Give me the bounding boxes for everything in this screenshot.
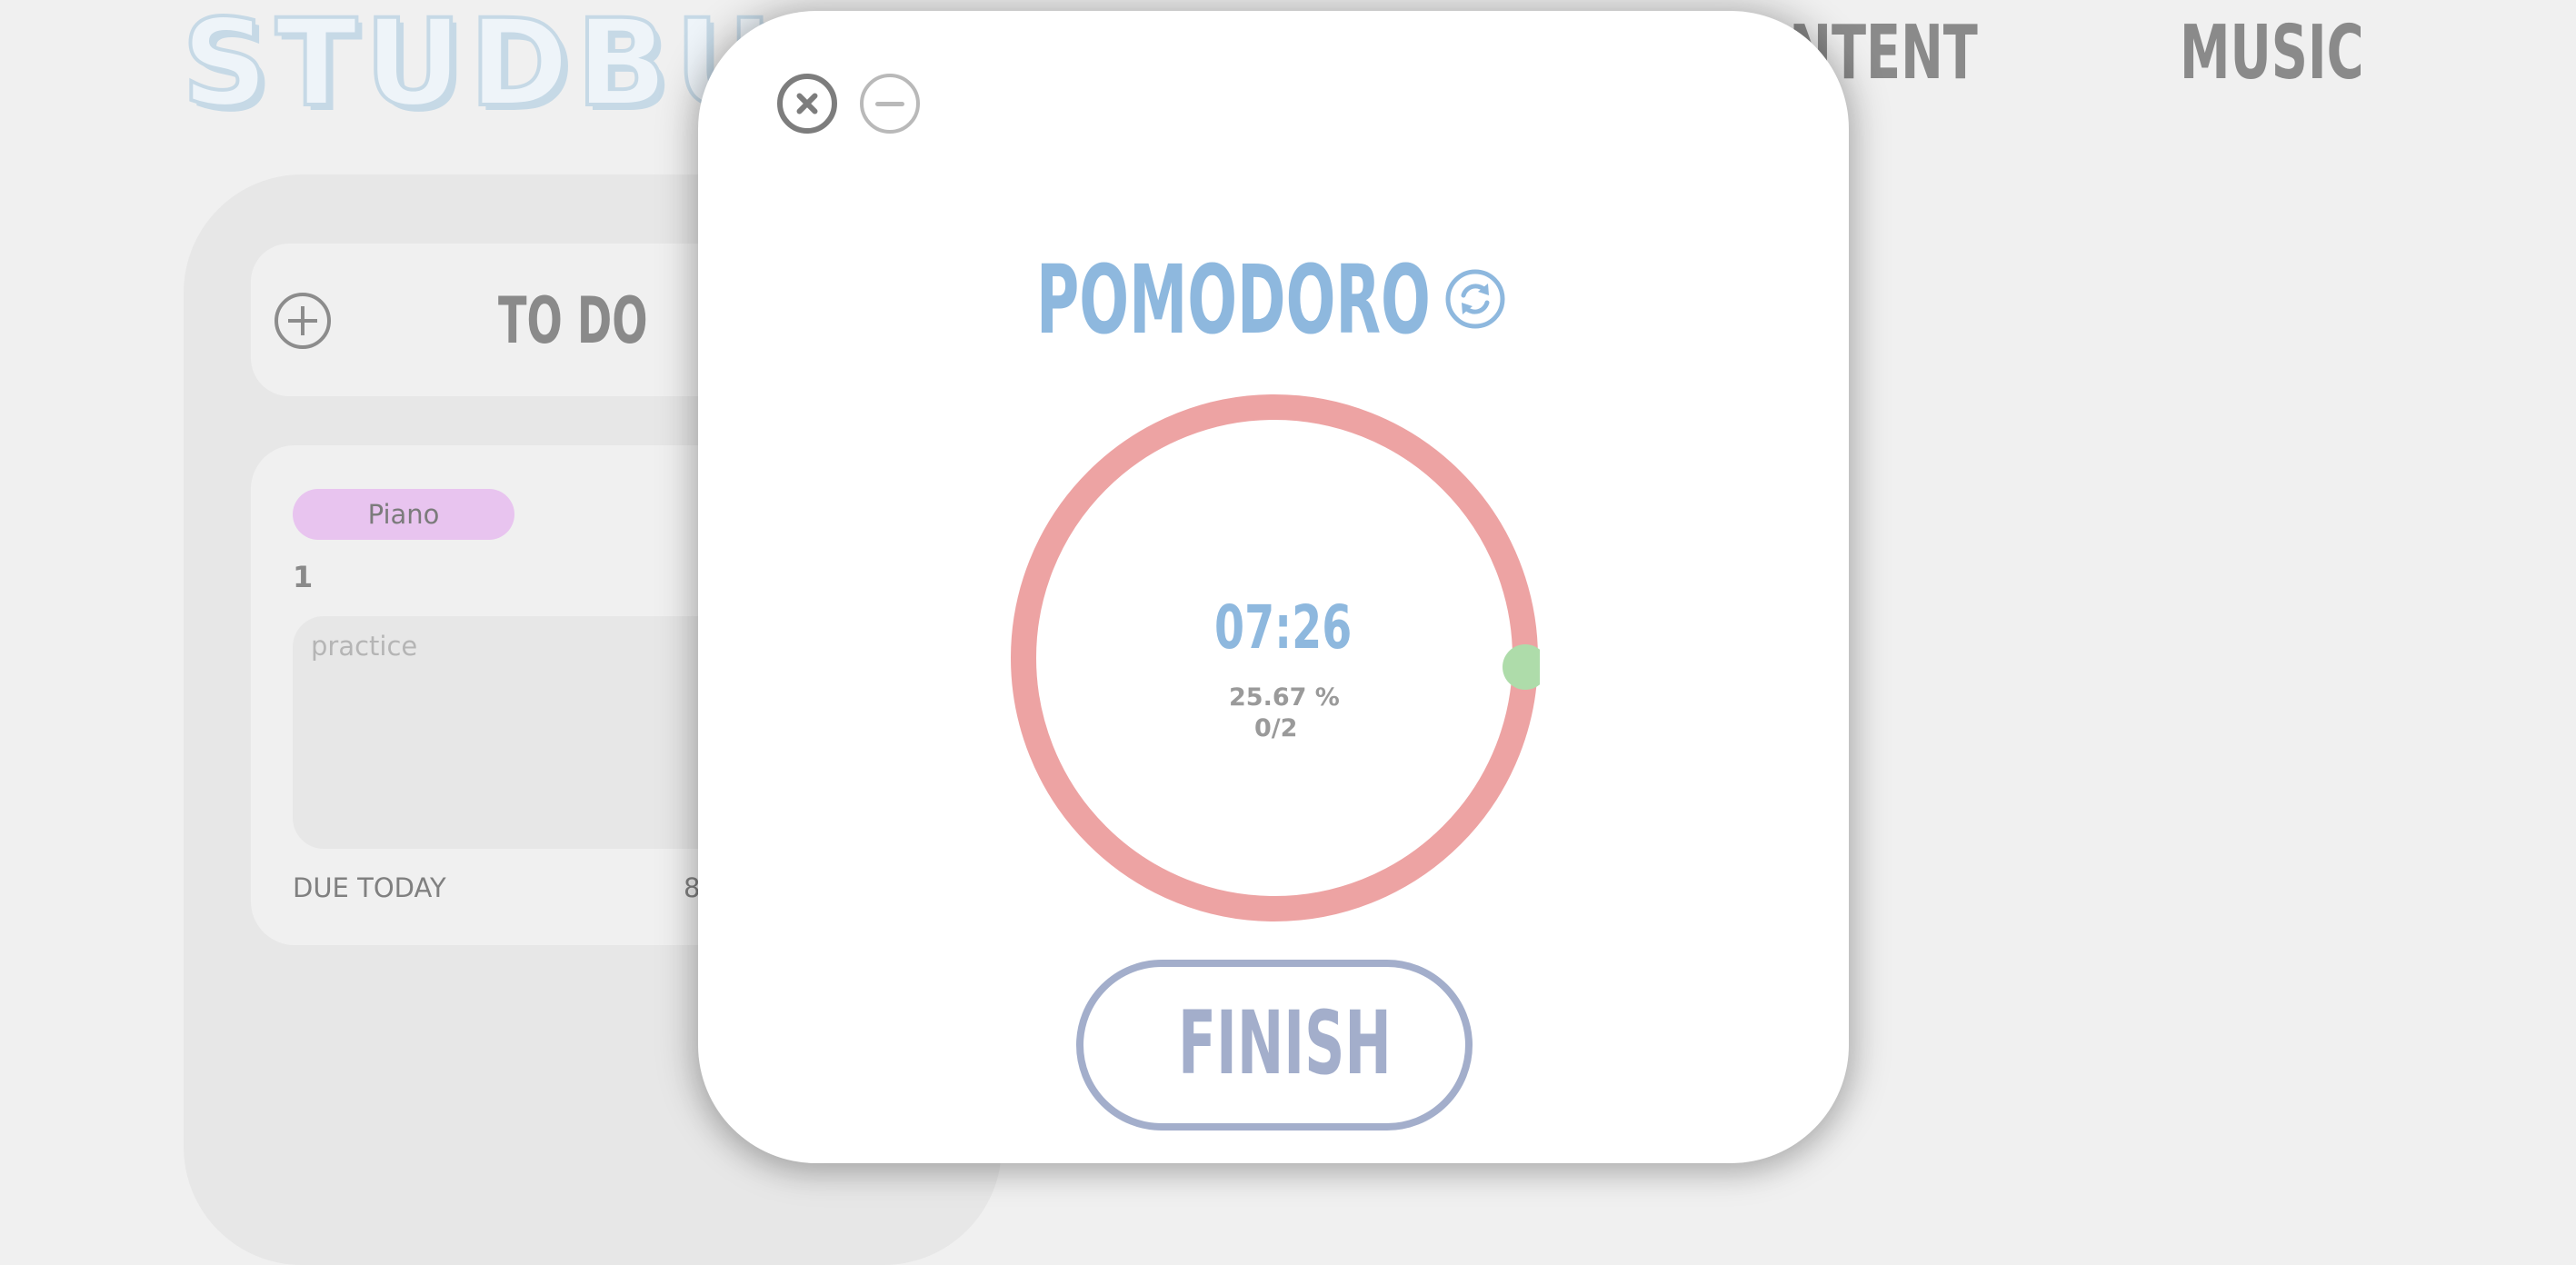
minimize-button[interactable] [860, 74, 920, 134]
task-tag[interactable]: Piano [293, 489, 514, 540]
pomodoro-title: POMODORO [1036, 244, 1431, 355]
task-notes-text: practice [311, 631, 418, 662]
timer-progress-marker [1503, 644, 1540, 690]
timer-time: 07:26 [1214, 593, 1353, 662]
todo-title: TO DO [498, 284, 648, 358]
timer-sessions: 0/2 [1254, 714, 1298, 742]
finish-button[interactable] [1076, 960, 1473, 1131]
close-button[interactable] [777, 74, 837, 134]
task-due-label: DUE TODAY [293, 872, 446, 903]
timer-percent: 25.67 % [1229, 683, 1340, 712]
refresh-icon[interactable] [1443, 267, 1507, 331]
add-task-button[interactable] [275, 293, 331, 349]
nav-music[interactable]: MUSIC [2180, 16, 2364, 107]
task-count: 1 [293, 560, 314, 594]
